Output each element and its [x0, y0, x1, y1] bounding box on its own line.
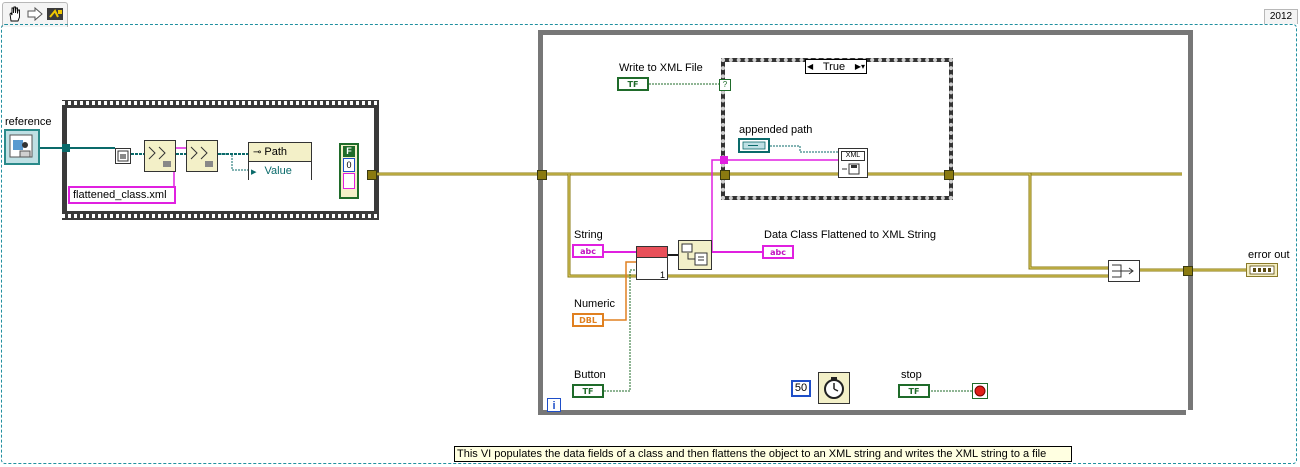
value-property-row: ▸ Value [249, 162, 311, 180]
class-reference-icon [9, 134, 33, 158]
string-constant [343, 173, 355, 189]
loop-tunnel-right [1183, 266, 1193, 276]
write-to-xml-control[interactable]: TF [617, 77, 649, 91]
button-control[interactable]: TF [572, 384, 604, 398]
stop-control[interactable]: TF [898, 384, 930, 398]
flatten-to-xml-node [678, 240, 712, 270]
stopwatch-icon [824, 377, 844, 399]
error-cluster-icon [1249, 265, 1275, 275]
stop-circle-icon [974, 385, 986, 397]
class-constant-node [115, 148, 131, 164]
merge-errors-node [1108, 260, 1140, 282]
flattened-file-constant[interactable]: flattened_class.xml [68, 186, 176, 204]
value-arrow-icon: ▸ [251, 165, 257, 178]
path-property-node: ⊸ Path ▸ Value [248, 142, 312, 180]
stop-label: stop [901, 369, 922, 381]
case-tunnel-pink [720, 156, 728, 164]
reference-label: reference [5, 116, 52, 128]
numeric-label: Numeric [574, 298, 615, 310]
loop-tunnel-left [537, 170, 547, 180]
property-node-2 [186, 140, 218, 172]
string-label: String [574, 229, 603, 241]
property-node-icon [190, 146, 213, 167]
path-property-row: ⊸ Path [249, 143, 311, 162]
loop-condition-terminal [972, 383, 988, 399]
class-wire-junction [62, 144, 70, 152]
path-property-label: Path [264, 146, 288, 158]
error-cluster-constant[interactable]: F 0 [339, 143, 359, 199]
bundle-header [637, 247, 667, 258]
wait-ms-constant[interactable]: 50 [791, 380, 811, 397]
error-out-indicator [1246, 263, 1278, 277]
key-icon: ⊸ [253, 146, 262, 158]
vi-description: This VI populates the data fields of a c… [454, 446, 1072, 462]
numeric-control[interactable]: DBL [572, 313, 604, 327]
bundle-node: 1 [636, 246, 668, 280]
write-xml-file-node: XML [838, 148, 868, 178]
xml-node-label: XML [841, 151, 865, 161]
error-out-label: error out [1248, 249, 1290, 261]
index-constant: 0 [343, 158, 355, 172]
flatten-xml-icon [681, 243, 708, 266]
case-tunnel-error-right [944, 170, 954, 180]
bundle-index: 1 [659, 270, 665, 280]
string-control[interactable]: abc [572, 244, 604, 258]
class-constant-icon [117, 150, 129, 162]
floppy-icon [842, 163, 860, 175]
property-node-icon [148, 146, 171, 167]
case-selector-terminal: ? [719, 79, 731, 91]
value-property-label: Value [264, 165, 292, 177]
merge-errors-icon [1112, 264, 1134, 278]
write-to-xml-label: Write to XML File [619, 62, 703, 74]
data-class-flattened-indicator: abc [762, 245, 794, 259]
button-label: Button [574, 369, 606, 381]
path-icon [742, 141, 766, 150]
wait-node [818, 372, 850, 404]
data-class-flattened-label: Data Class Flattened to XML String [764, 229, 937, 241]
case-tunnel-error-left [720, 170, 730, 180]
bool-constant: F [343, 146, 355, 157]
reference-control[interactable] [4, 129, 40, 165]
appended-path-control[interactable] [738, 138, 770, 153]
appended-path-label: appended path [739, 124, 813, 136]
property-node-1 [144, 140, 176, 172]
sequence-tunnel [367, 170, 377, 180]
